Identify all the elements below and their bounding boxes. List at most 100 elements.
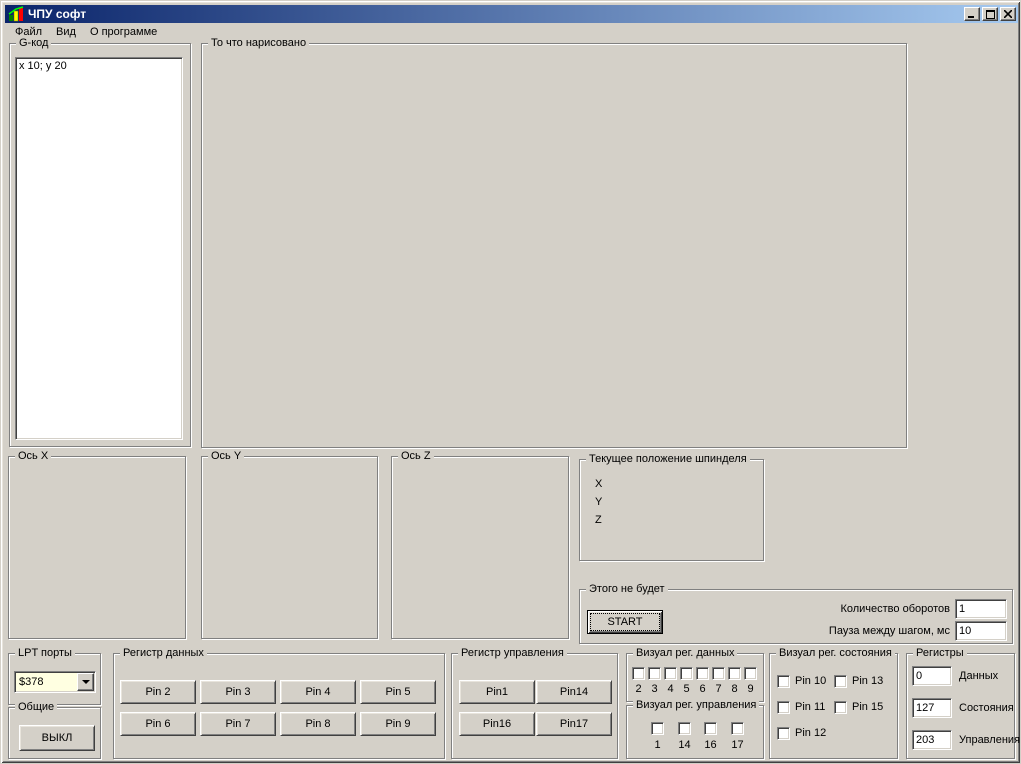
register-status-label: Состояния [959,702,1014,715]
pin-4-button-label: Pin 4 [305,686,330,698]
maximize-icon [986,10,995,19]
visual-data-pin-9-label: 9 [744,683,757,696]
spindle-group-label: Текущее положение шпинделя [586,453,750,466]
pin-13-checkbox-label[interactable]: Pin 13 [852,675,883,688]
data-register-group-label: Регистр данных [120,647,207,660]
control-register-group-label: Регистр управления [458,647,567,660]
lpt-ports-group: LPT порты $378 [8,653,101,705]
gcode-group-label: G-код [16,37,51,50]
visual-data-pin-5-label: 5 [680,683,693,696]
pin-10-checkbox[interactable] [777,675,790,688]
visual-data-pin-8-checkbox[interactable] [728,667,741,680]
gcode-textarea[interactable]: x 10; y 20 [15,57,183,440]
menu-view[interactable]: Вид [50,24,82,40]
start-button-focus-rect [591,614,659,630]
visual-data-pin-4-checkbox[interactable] [664,667,677,680]
visual-control-pin-1-label: 1 [647,739,668,752]
menu-about[interactable]: О программе [84,24,163,40]
drawing-group-label: То что нарисовано [208,37,309,50]
start-button[interactable]: START [587,610,663,634]
revolutions-input[interactable] [955,599,1007,619]
lpt-ports-group-label: LPT порты [15,647,75,660]
pin-9-button[interactable]: Pin 9 [360,712,436,736]
pin-1-button-label: Pin1 [486,686,508,698]
visual-control-group-label: Визуал рег. управления [633,699,759,712]
visual-control-pin-16-label: 16 [700,739,721,752]
pause-input[interactable] [955,621,1007,641]
pin-15-checkbox-label[interactable]: Pin 15 [852,701,883,714]
pin-11-checkbox[interactable] [777,701,790,714]
visual-data-pin-2-checkbox[interactable] [632,667,645,680]
axis-z-group-label: Ось Z [398,450,434,463]
gcode-group: G-код x 10; y 20 [9,43,191,447]
control-register-group: Регистр управления Pin1 Pin14 Pin16 Pin1… [451,653,618,759]
pin-12-checkbox-label[interactable]: Pin 12 [795,727,826,740]
pin-8-button[interactable]: Pin 8 [280,712,356,736]
title-bar: ЧПУ софт [5,5,1018,23]
pin-12-checkbox[interactable] [777,727,790,740]
register-control-input[interactable] [912,730,952,750]
minimize-button[interactable] [964,7,980,21]
visual-data-pin-6-checkbox[interactable] [696,667,709,680]
pin-13-checkbox[interactable] [834,675,847,688]
visual-control-pin-16-checkbox[interactable] [704,722,717,735]
pin-15-checkbox[interactable] [834,701,847,714]
start-group: Этого не будет START Количество оборотов… [579,589,1013,644]
pin-16-button[interactable]: Pin16 [459,712,535,736]
visual-control-pin-17-checkbox[interactable] [731,722,744,735]
pin-10-checkbox-label[interactable]: Pin 10 [795,675,826,688]
app-window: ЧПУ софт Файл Вид О программе G-код x 10… [0,0,1021,764]
register-status-input[interactable] [912,698,952,718]
visual-data-pin-9-checkbox[interactable] [744,667,757,680]
visual-data-pin-8-label: 8 [728,683,741,696]
lpt-port-dropdown-button[interactable] [77,673,94,691]
visual-data-pin-4-label: 4 [664,683,677,696]
pin-14-button[interactable]: Pin14 [536,680,612,704]
off-button[interactable]: ВЫКЛ [19,725,95,751]
close-button[interactable] [1000,7,1016,21]
revolutions-label: Количество оборотов [760,603,950,616]
maximize-button[interactable] [982,7,998,21]
registers-group: Регистры Данных Состояния Управления [906,653,1015,759]
lpt-port-value: $378 [15,676,77,688]
pin-6-button-label: Pin 6 [145,718,170,730]
lpt-port-combobox[interactable]: $378 [14,671,96,693]
spindle-z-label: Z [595,514,602,527]
pin-7-button-label: Pin 7 [225,718,250,730]
pin-2-button[interactable]: Pin 2 [120,680,196,704]
visual-control-pin-1-checkbox[interactable] [651,722,664,735]
pin-1-button[interactable]: Pin1 [459,680,535,704]
close-icon [1004,10,1012,18]
register-control-label: Управления [959,734,1020,747]
visual-data-pin-3-label: 3 [648,683,661,696]
pin-2-button-label: Pin 2 [145,686,170,698]
pin-6-button[interactable]: Pin 6 [120,712,196,736]
visual-data-pin-3-checkbox[interactable] [648,667,661,680]
visual-control-group: Визуал рег. управления 1 14 16 17 [626,705,764,759]
pin-17-button-label: Pin17 [560,718,588,730]
pin-5-button[interactable]: Pin 5 [360,680,436,704]
pin-3-button-label: Pin 3 [225,686,250,698]
register-data-input[interactable] [912,666,952,686]
spindle-position-group: Текущее положение шпинделя X Y Z [579,459,764,561]
axis-x-group-label: Ось X [15,450,51,463]
pin-9-button-label: Pin 9 [385,718,410,730]
common-group: Общие ВЫКЛ [8,707,101,759]
start-group-label: Этого не будет [586,583,668,596]
visual-control-pin-14-checkbox[interactable] [678,722,691,735]
axis-y-group-label: Ось Y [208,450,244,463]
register-data-label: Данных [959,670,998,683]
pin-16-button-label: Pin16 [483,718,511,730]
app-icon [8,6,24,22]
pin-4-button[interactable]: Pin 4 [280,680,356,704]
pin-17-button[interactable]: Pin17 [536,712,612,736]
visual-data-pin-5-checkbox[interactable] [680,667,693,680]
pin-11-checkbox-label[interactable]: Pin 11 [795,701,825,714]
spindle-x-label: X [595,478,602,491]
menu-bar: Файл Вид О программе [5,23,1018,41]
pin-3-button[interactable]: Pin 3 [200,680,276,704]
axis-x-group: Ось X [8,456,186,639]
pin-7-button[interactable]: Pin 7 [200,712,276,736]
visual-data-pin-7-checkbox[interactable] [712,667,725,680]
axis-z-group: Ось Z [391,456,569,639]
